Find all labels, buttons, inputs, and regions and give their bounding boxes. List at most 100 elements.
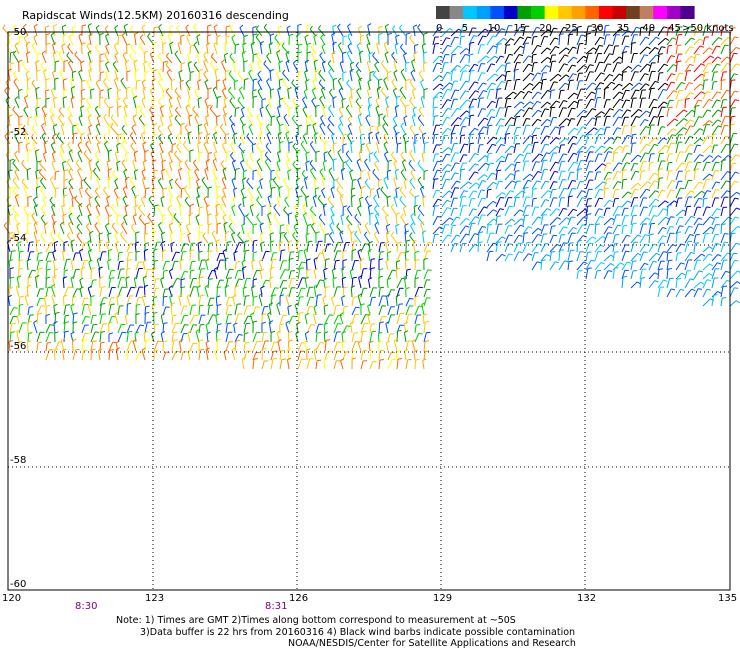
wind-barb-flag (81, 266, 86, 270)
wind-barb-flag (231, 34, 236, 38)
wind-barb (504, 218, 512, 226)
wind-barb (603, 151, 609, 163)
wind-barb-flag (381, 205, 386, 210)
wind-barb-flag (397, 142, 402, 145)
wind-barb (168, 135, 173, 145)
wind-barb-flag (527, 36, 532, 39)
wind-barb (513, 116, 517, 127)
wind-barb-flag (58, 114, 62, 119)
wind-barb (585, 151, 590, 163)
wind-barb-flag (703, 197, 708, 200)
wind-barb (341, 278, 344, 289)
wind-barb-flag (13, 71, 17, 75)
wind-barb-flag (710, 226, 715, 230)
wind-barb (504, 225, 509, 235)
wind-barb-flag (135, 231, 140, 234)
wind-barb-flag (609, 146, 614, 150)
wind-barb (161, 161, 164, 172)
wind-barb (630, 64, 639, 73)
wind-barb-flag (447, 44, 452, 47)
wind-barb (441, 89, 448, 100)
wind-barb-flag (619, 145, 624, 149)
wind-barb-flag (309, 140, 314, 145)
wind-barb (266, 55, 272, 64)
wind-barb (162, 296, 164, 307)
wind-barb (413, 53, 416, 64)
wind-barb (216, 116, 218, 127)
wind-barb (187, 63, 191, 73)
wind-barb-flag (532, 134, 537, 137)
wind-barb (99, 297, 104, 307)
wind-barb (441, 190, 450, 199)
wind-barb (114, 152, 119, 163)
wind-barb (639, 152, 646, 163)
wind-barb (221, 90, 227, 100)
wind-barb (594, 244, 601, 253)
wind-barb (720, 89, 728, 100)
wind-barb-flag (632, 222, 637, 225)
wind-barb (540, 90, 548, 100)
wind-barb (76, 217, 83, 226)
wind-barb (157, 180, 164, 190)
wind-barb-flag (415, 195, 420, 198)
wind-barb-flag (256, 196, 260, 201)
wind-barb (540, 125, 546, 136)
wind-barb (171, 251, 177, 262)
wind-barb (178, 72, 182, 82)
wind-barb-flag (695, 242, 700, 244)
wind-barb-flag (546, 65, 551, 68)
wind-barb (123, 217, 128, 226)
wind-barb-flag (33, 196, 37, 201)
wind-barb-flag (699, 38, 704, 42)
wind-barb-flag (289, 33, 294, 36)
wind-barb (323, 153, 326, 163)
wind-barb-flag (288, 141, 293, 144)
wind-barb-flag (322, 295, 327, 299)
wind-barb (341, 169, 344, 181)
wind-barb-flag (617, 181, 622, 184)
wind-barb (258, 295, 263, 307)
wind-barb-flag (249, 151, 254, 155)
wind-barb-flag (216, 239, 221, 242)
wind-barb-flag (61, 204, 66, 207)
wind-barb-flag (252, 26, 257, 29)
wind-barb (359, 260, 362, 271)
wind-barb-flag (86, 203, 91, 207)
wind-barb-flag (185, 104, 190, 108)
wind-barb (166, 72, 173, 82)
wind-barb-flag (526, 152, 531, 155)
wind-barb-flag (110, 277, 115, 279)
wind-barb (720, 171, 728, 181)
wind-barb-flag (475, 90, 480, 93)
wind-barb-flag (399, 86, 404, 91)
wind-barb-flag (50, 114, 55, 118)
wind-barb-flag (323, 203, 328, 206)
wind-barb (675, 34, 679, 46)
wind-barb-flag (360, 303, 365, 306)
wind-barb-flag (138, 204, 142, 209)
wind-barb-flag (35, 60, 40, 63)
wind-barb-flag (46, 276, 51, 279)
wind-barb-flag (130, 286, 136, 289)
wind-barb-flag (701, 190, 706, 194)
wind-barb-flag (404, 140, 409, 143)
wind-barb-flag (399, 196, 403, 200)
wind-barb (86, 100, 92, 109)
wind-barb (468, 208, 474, 217)
wind-barb (567, 232, 573, 244)
wind-barb-flag (227, 241, 232, 243)
wind-barb (74, 54, 83, 64)
wind-barb (477, 174, 485, 181)
wind-barb-flag (307, 51, 312, 54)
wind-barb (27, 307, 30, 316)
wind-barb (386, 72, 389, 82)
wind-barb-flag (246, 133, 250, 137)
wind-barb (180, 243, 185, 253)
wind-barb (205, 117, 209, 127)
wind-barb (184, 200, 191, 208)
wind-barb (386, 279, 389, 289)
wind-barb-flag (726, 180, 731, 183)
wind-barb-flag (436, 62, 441, 65)
wind-barb (297, 277, 303, 289)
wind-barb-flag (494, 55, 499, 59)
